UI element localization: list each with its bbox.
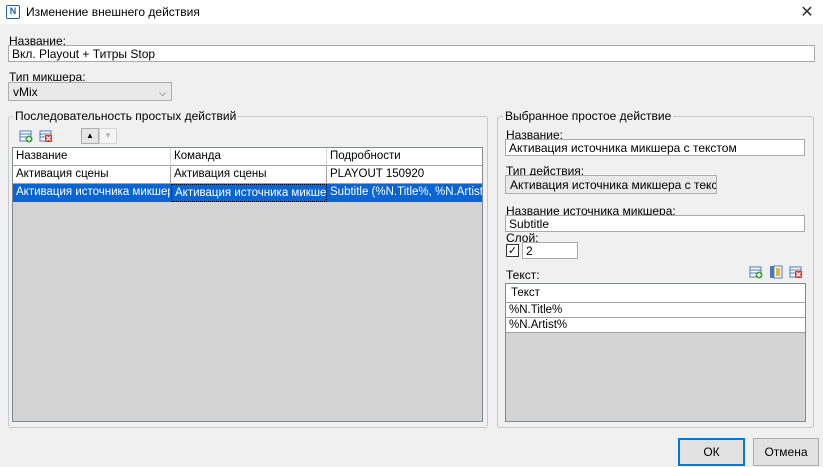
column-header-name[interactable]: Название (13, 148, 171, 166)
mixer-type-select[interactable]: vMix ⌵ (8, 82, 172, 101)
column-header-details[interactable]: Подробности (327, 148, 482, 166)
cancel-button[interactable]: Отмена (753, 438, 819, 466)
column-header-command[interactable]: Команда (171, 148, 327, 166)
selected-action-legend: Выбранное простое действие (503, 109, 674, 123)
sequence-legend: Последовательность простых действий (13, 109, 239, 123)
cell-text: %N.Title% (506, 303, 805, 318)
cell-text: %N.Artist% (506, 318, 805, 333)
source-name-input[interactable]: Subtitle (505, 215, 805, 232)
mixer-type-value: vMix (13, 85, 38, 99)
table-header: Название Команда Подробности (13, 148, 482, 166)
cell-command: Активация источника микшера с (171, 184, 327, 202)
window-title: Изменение внешнего действия (26, 5, 200, 19)
add-row-icon[interactable] (19, 129, 33, 143)
layer-input[interactable]: 2 (522, 242, 578, 259)
cell-name: Активация источника микшера с (13, 184, 171, 202)
app-icon: N (6, 5, 20, 19)
table-row[interactable]: %N.Artist% (506, 318, 805, 336)
text-label: Текст: (506, 268, 540, 282)
move-down-button[interactable]: ▼ (99, 128, 117, 144)
move-up-button[interactable]: ▲ (81, 128, 99, 144)
chevron-down-icon: ⌵ (159, 88, 166, 98)
chevron-down-icon: ⌵ (704, 181, 711, 191)
column-header-text[interactable]: Текст (506, 284, 805, 303)
delete-row-icon[interactable] (39, 129, 53, 143)
cell-details: PLAYOUT 150920 (327, 166, 482, 184)
cell-command: Активация сцены (171, 166, 327, 184)
name-input[interactable]: Вкл. Playout + Титры Stop (8, 45, 815, 62)
ok-button[interactable]: ОК (678, 438, 745, 466)
add-text-row-icon[interactable] (749, 265, 763, 279)
close-button[interactable]: ✕ (796, 2, 818, 22)
cell-name: Активация сцены (13, 166, 171, 184)
cell-details: Subtitle (%N.Title%, %N.Artist%) (327, 184, 482, 202)
action-type-value: Активация источника микшера с текстом (510, 178, 717, 192)
layer-checkbox[interactable]: ✓ (506, 244, 519, 257)
table-header: Текст (506, 284, 805, 303)
action-type-select[interactable]: Активация источника микшера с текстом ⌵ (505, 175, 717, 194)
text-table[interactable]: Текст %N.Title% %N.Artist% (505, 283, 806, 422)
table-row-selected[interactable]: Активация источника микшера с Активация … (13, 184, 482, 202)
sequence-table[interactable]: Название Команда Подробности Активация с… (12, 147, 483, 422)
table-row[interactable]: Активация сцены Активация сцены PLAYOUT … (13, 166, 482, 184)
insert-column-icon[interactable] (769, 265, 783, 279)
delete-text-row-icon[interactable] (789, 265, 803, 279)
action-name-input[interactable]: Активация источника микшера с текстом (505, 139, 805, 156)
